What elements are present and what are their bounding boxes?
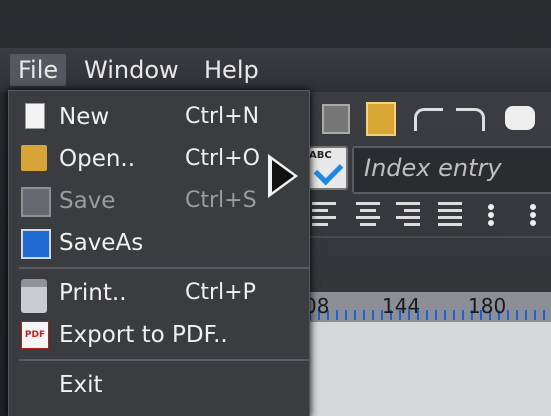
ruler: 08 144 180 <box>300 292 551 322</box>
menu-item-label: Export to PDF.. <box>59 322 228 348</box>
find-binoculars-icon[interactable] <box>505 106 535 130</box>
bullet-list-icon[interactable] <box>488 204 520 226</box>
pdf-export-icon: PDF <box>21 321 49 349</box>
menu-item-shortcut: Ctrl+P <box>185 280 256 305</box>
file-menu-dropdown: New Ctrl+N Open.. Ctrl+O Save Ctrl+S Sav… <box>8 90 310 416</box>
menu-item-export-pdf[interactable]: PDF Export to PDF.. <box>9 315 309 355</box>
new-document-icon <box>25 103 45 129</box>
index-entry-placeholder: Index entry <box>364 154 502 182</box>
menu-item-new[interactable]: New Ctrl+N <box>9 97 309 137</box>
menu-item-label: Exit <box>59 372 103 398</box>
copy-icon[interactable] <box>322 104 350 134</box>
save-as-icon <box>21 229 51 259</box>
toolbar-divider <box>301 236 551 238</box>
save-disk-icon <box>21 187 51 217</box>
menu-item-shortcut: Ctrl+N <box>185 104 260 129</box>
paste-icon[interactable] <box>366 102 396 136</box>
ruler-mark: 144 <box>382 294 421 318</box>
menu-item-shortcut: Ctrl+S <box>185 188 257 213</box>
menu-help[interactable]: Help <box>196 54 267 86</box>
menu-separator <box>19 359 309 361</box>
menu-item-exit[interactable]: Exit <box>9 365 309 405</box>
menu-item-shortcut: Ctrl+O <box>185 146 260 171</box>
menu-item-label: Save <box>59 188 116 214</box>
printer-icon <box>21 279 47 313</box>
menu-item-save: Save Ctrl+S <box>9 181 309 221</box>
menu-bar: File Window Help <box>0 48 551 92</box>
spellcheck-button[interactable]: ABC <box>304 146 348 190</box>
mouse-cursor-icon <box>272 160 294 192</box>
index-entry-field[interactable]: Index entry <box>352 146 551 194</box>
document-page[interactable] <box>300 322 551 416</box>
redo-icon[interactable] <box>456 108 485 131</box>
menu-window[interactable]: Window <box>76 54 187 86</box>
menu-separator <box>19 267 309 269</box>
ruler-mark: 180 <box>468 294 507 318</box>
undo-icon[interactable] <box>414 108 443 131</box>
menu-item-open[interactable]: Open.. Ctrl+O <box>9 139 309 179</box>
menu-item-label: Print.. <box>59 280 127 306</box>
application-window: ABC Index entry 08 144 180 File Window H… <box>0 0 551 416</box>
menu-item-saveas[interactable]: SaveAs <box>9 223 309 263</box>
menu-item-label: Open.. <box>59 146 136 172</box>
align-justify-icon[interactable] <box>438 198 468 228</box>
open-folder-icon <box>21 145 47 171</box>
align-right-icon[interactable] <box>396 198 426 228</box>
menu-item-label: New <box>59 104 110 130</box>
numbered-list-icon[interactable] <box>530 204 551 226</box>
menu-file[interactable]: File <box>10 54 67 86</box>
align-left-icon[interactable] <box>312 198 342 228</box>
ruler-ticks <box>300 310 551 320</box>
menu-item-print[interactable]: Print.. Ctrl+P <box>9 273 309 313</box>
menu-item-label: SaveAs <box>59 230 144 256</box>
align-center-icon[interactable] <box>356 198 386 228</box>
